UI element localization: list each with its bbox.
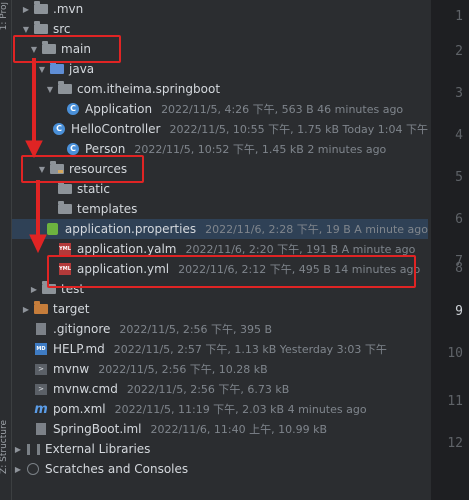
red-annotation-arrows [25,58,47,254]
arrow-head [29,234,47,254]
arrow-head [25,140,43,159]
